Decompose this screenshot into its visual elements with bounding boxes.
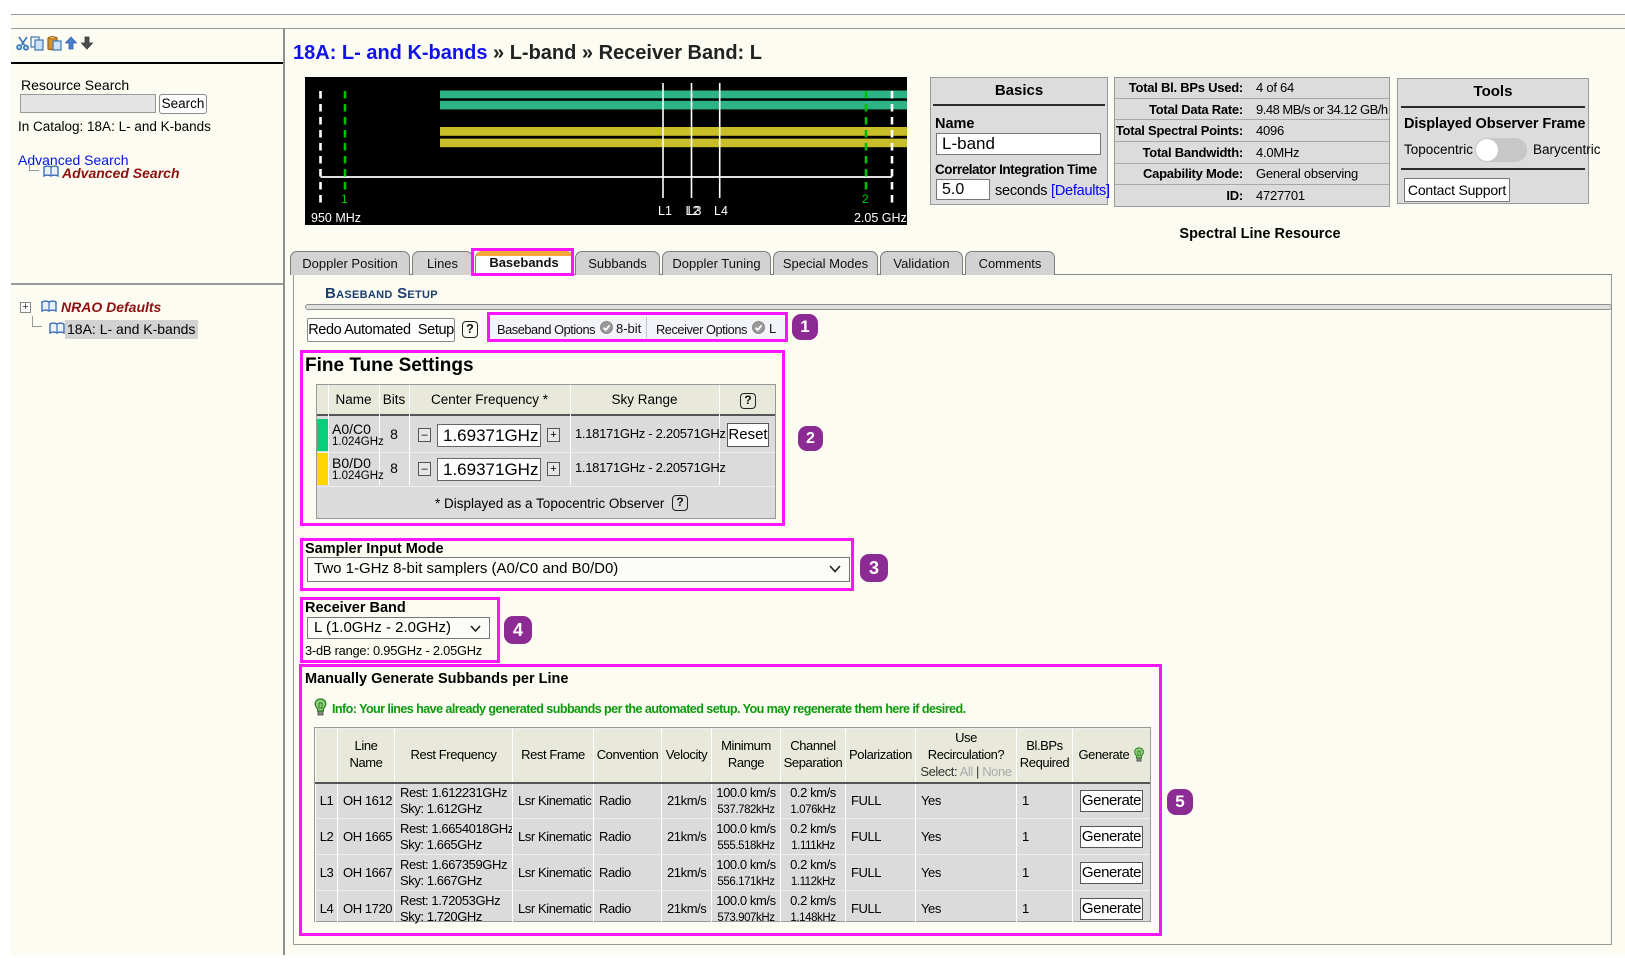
svg-text:2.05 GHz: 2.05 GHz <box>854 211 907 225</box>
svg-text:L1: L1 <box>658 204 672 218</box>
svg-text:L4: L4 <box>714 204 728 218</box>
svg-text:1: 1 <box>341 192 348 206</box>
svg-text:950 MHz: 950 MHz <box>311 211 361 225</box>
svg-text:2: 2 <box>862 192 869 206</box>
svg-text:L3: L3 <box>688 204 702 218</box>
